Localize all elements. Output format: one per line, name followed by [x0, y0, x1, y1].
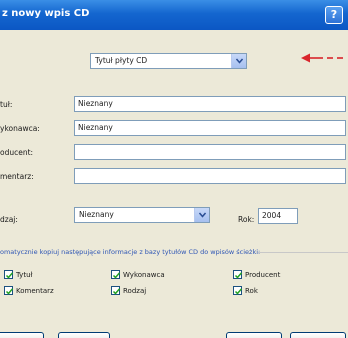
checkbox-label: Producent: [245, 270, 281, 279]
cancel-button[interactable]: [290, 332, 346, 338]
title-field-value: Nieznany: [78, 99, 113, 108]
artist-label: ykonawca:: [0, 124, 40, 133]
help-button[interactable]: ?: [325, 6, 343, 24]
checkbox-box[interactable]: [4, 270, 14, 279]
check-icon: [5, 272, 14, 279]
title-bar: z nowy wpis CD ?: [0, 0, 348, 30]
checkbox-label: Rodzaj: [123, 286, 147, 295]
checkbox-genre[interactable]: Rodzaj: [111, 286, 146, 295]
checkbox-box[interactable]: [233, 286, 243, 295]
ok-button[interactable]: [226, 332, 282, 338]
checkbox-artist[interactable]: Wykonawca: [111, 270, 165, 279]
checkbox-label: Komentarz: [16, 286, 54, 295]
red-annotation-arrow: [301, 53, 343, 63]
comment-label: mentarz:: [0, 172, 34, 181]
check-icon: [112, 272, 121, 279]
check-icon: [5, 288, 14, 295]
check-icon: [234, 288, 243, 295]
artist-field-value: Nieznany: [78, 123, 113, 132]
checkbox-box[interactable]: [233, 270, 243, 279]
genre-select[interactable]: Nieznany: [74, 207, 210, 223]
dialog-panel: Tytuł płyty CD tuł: Nieznany ykonawca: N…: [0, 30, 348, 338]
window-title: z nowy wpis CD: [2, 8, 90, 19]
checkbox-label: Wykonawca: [123, 270, 165, 279]
checkbox-comment[interactable]: Komentarz: [4, 286, 54, 295]
comment-field[interactable]: [74, 168, 346, 184]
checkbox-box[interactable]: [111, 286, 121, 295]
title-type-select-value: Tytuł płyty CD: [95, 56, 148, 65]
title-label: tuł:: [0, 100, 13, 109]
artist-field[interactable]: Nieznany: [74, 120, 346, 136]
checkbox-label: Tytuł: [16, 270, 33, 279]
title-type-select[interactable]: Tytuł płyty CD: [90, 53, 247, 69]
genre-label: dzaj:: [0, 215, 18, 224]
producer-label: oducent:: [0, 148, 34, 157]
autocopy-section-label: omatycznie kopiuj następujące informacje…: [0, 248, 261, 256]
chevron-down-icon[interactable]: [194, 208, 209, 222]
checkbox-box[interactable]: [111, 270, 121, 279]
checkbox-year[interactable]: Rok: [233, 286, 258, 295]
section-divider: [258, 252, 348, 253]
help-icon: ?: [330, 8, 338, 21]
bottom-second-button[interactable]: [58, 332, 110, 338]
checkbox-box[interactable]: [4, 286, 14, 295]
year-label: Rok:: [238, 215, 255, 224]
year-field-value: 2004: [262, 211, 282, 220]
title-field[interactable]: Nieznany: [74, 96, 346, 112]
checkbox-title[interactable]: Tytuł: [4, 270, 33, 279]
genre-select-value: Nieznany: [79, 210, 114, 219]
chevron-down-icon[interactable]: [231, 54, 246, 68]
producer-field[interactable]: [74, 144, 346, 160]
year-field[interactable]: 2004: [258, 208, 298, 224]
checkbox-label: Rok: [245, 286, 258, 295]
check-icon: [112, 288, 121, 295]
bottom-left-button[interactable]: [0, 332, 44, 338]
check-icon: [234, 272, 243, 279]
checkbox-producer[interactable]: Producent: [233, 270, 280, 279]
